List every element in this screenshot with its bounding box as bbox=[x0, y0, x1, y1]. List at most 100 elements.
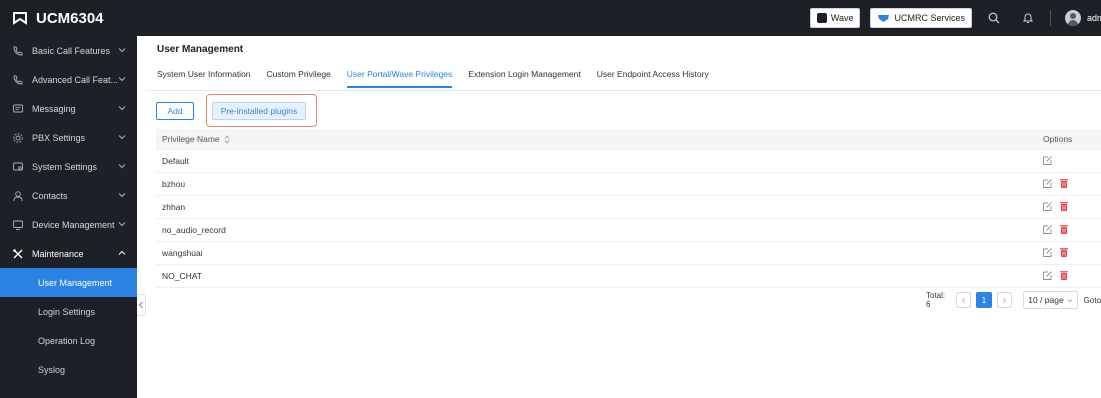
sidebar-item-label: Device Management bbox=[32, 219, 115, 230]
contacts-icon bbox=[12, 190, 24, 202]
chevron-down-icon bbox=[118, 193, 126, 198]
bell-icon bbox=[1022, 13, 1034, 23]
device-icon bbox=[12, 219, 24, 231]
chevron-left-icon bbox=[138, 301, 143, 309]
brand[interactable]: UCM6304 bbox=[0, 0, 137, 36]
ucmrc-label: UCMRC Services bbox=[894, 13, 965, 23]
row-options bbox=[1042, 247, 1069, 258]
delete-icon[interactable] bbox=[1059, 178, 1069, 189]
grandstream-logo-icon bbox=[13, 12, 27, 25]
pagination: Total: 6 1 10 / page Goto bbox=[926, 291, 1101, 309]
tools-icon bbox=[12, 248, 24, 260]
notification-button[interactable] bbox=[1016, 6, 1040, 30]
sidebar-item-messaging[interactable]: Messaging bbox=[0, 94, 137, 123]
page-button-1[interactable]: 1 bbox=[976, 292, 992, 308]
chevron-down-icon bbox=[118, 222, 126, 227]
add-button[interactable]: Add bbox=[156, 102, 194, 120]
sidebar-item-label: Advanced Call Feat... bbox=[32, 74, 119, 85]
user-name[interactable]: admin bbox=[1087, 13, 1101, 23]
total-count: Total: 6 bbox=[926, 291, 946, 309]
row-options bbox=[1042, 178, 1069, 189]
tab-divider bbox=[146, 90, 1101, 91]
sidebar-item-basic-call-features[interactable]: Basic Call Features bbox=[0, 36, 137, 65]
chevron-down-icon bbox=[1067, 298, 1072, 302]
ucmrc-icon bbox=[878, 15, 890, 22]
column-header-label: Privilege Name bbox=[162, 134, 220, 144]
tab-system-user-information[interactable]: System User Information bbox=[157, 64, 251, 88]
privilege-name-cell: wangshuai bbox=[162, 248, 203, 258]
page-size-select[interactable]: 10 / page bbox=[1023, 291, 1078, 309]
tab-user-endpoint-access-history[interactable]: User Endpoint Access History bbox=[597, 64, 709, 88]
row-options bbox=[1042, 155, 1053, 166]
sidebar-item-label: Messaging bbox=[32, 103, 76, 114]
sidebar-subitem-operation-log[interactable]: Operation Log bbox=[0, 326, 137, 355]
table-header: Privilege Name Options bbox=[156, 129, 1101, 150]
ucmrc-services-button[interactable]: UCMRC Services bbox=[870, 8, 972, 28]
tab-extension-login-management[interactable]: Extension Login Management bbox=[468, 64, 580, 88]
next-page-button[interactable] bbox=[996, 292, 1013, 308]
row-options bbox=[1042, 224, 1069, 235]
sidebar-item-device-management[interactable]: Device Management bbox=[0, 210, 137, 239]
edit-icon[interactable] bbox=[1042, 270, 1053, 281]
avatar[interactable] bbox=[1065, 10, 1081, 26]
brand-title: UCM6304 bbox=[36, 9, 104, 27]
sidebar-subitem-user-management[interactable]: User Management bbox=[0, 268, 137, 297]
search-icon bbox=[988, 12, 1000, 24]
wave-button[interactable]: Wave bbox=[809, 8, 861, 28]
edit-icon[interactable] bbox=[1042, 201, 1053, 212]
row-options bbox=[1042, 270, 1069, 281]
message-icon bbox=[12, 103, 24, 115]
edit-icon[interactable] bbox=[1042, 224, 1053, 235]
chevron-down-icon bbox=[118, 135, 126, 140]
sidebar-item-label: Contacts bbox=[32, 190, 68, 201]
search-button[interactable] bbox=[982, 6, 1006, 30]
privilege-name-cell: no_audio_record bbox=[162, 225, 226, 235]
row-options bbox=[1042, 201, 1069, 212]
pre-installed-plugins-button[interactable]: Pre-installed plugins bbox=[212, 102, 306, 120]
chevron-left-icon bbox=[961, 297, 966, 303]
sidebar-item-label: Basic Call Features bbox=[32, 45, 111, 56]
prev-page-button[interactable] bbox=[955, 292, 972, 308]
table-row: bzhou bbox=[156, 173, 1101, 196]
chevron-right-icon bbox=[1002, 297, 1007, 303]
phone-gear-icon bbox=[12, 45, 24, 57]
page-size-value: 10 / page bbox=[1028, 295, 1064, 305]
delete-icon[interactable] bbox=[1059, 270, 1069, 281]
sidebar-collapse-button[interactable] bbox=[137, 294, 146, 316]
sidebar-item-maintenance[interactable]: Maintenance bbox=[0, 239, 137, 268]
edit-icon[interactable] bbox=[1042, 247, 1053, 258]
tab-bar: System User Information Custom Privilege… bbox=[157, 64, 725, 90]
sort-icon[interactable] bbox=[224, 134, 230, 144]
sidebar-item-label: PBX Settings bbox=[32, 132, 86, 143]
column-header-privilege-name[interactable]: Privilege Name bbox=[156, 134, 230, 144]
sidebar: Basic Call Features Advanced Call Feat..… bbox=[0, 36, 137, 398]
edit-icon[interactable] bbox=[1042, 155, 1053, 166]
privilege-name-cell: bzhou bbox=[162, 179, 186, 189]
goto-label: Goto bbox=[1083, 295, 1101, 305]
sidebar-subitem-syslog[interactable]: Syslog bbox=[0, 355, 137, 384]
chevron-down-icon bbox=[118, 77, 126, 82]
delete-icon[interactable] bbox=[1059, 201, 1069, 212]
tab-custom-privilege[interactable]: Custom Privilege bbox=[267, 64, 331, 88]
delete-icon[interactable] bbox=[1059, 224, 1069, 235]
sidebar-item-advanced-call-features[interactable]: Advanced Call Feat... bbox=[0, 65, 137, 94]
top-bar: UCM6304 Wave UCMRC Services admin bbox=[0, 0, 1101, 36]
sidebar-item-contacts[interactable]: Contacts bbox=[0, 181, 137, 210]
edit-icon[interactable] bbox=[1042, 178, 1053, 189]
header-divider bbox=[1050, 10, 1051, 26]
page-title: User Management bbox=[157, 44, 244, 55]
phone-gear-icon bbox=[12, 74, 24, 86]
top-bar-actions: Wave UCMRC Services admin bbox=[809, 0, 1101, 36]
sidebar-item-system-settings[interactable]: System Settings bbox=[0, 152, 137, 181]
tab-user-portal-wave-privileges[interactable]: User Portal/Wave Privileges bbox=[346, 64, 453, 88]
sidebar-item-pbx-settings[interactable]: PBX Settings bbox=[0, 123, 137, 152]
sidebar-subitem-login-settings[interactable]: Login Settings bbox=[0, 297, 137, 326]
wave-label: Wave bbox=[830, 13, 854, 23]
system-settings-icon bbox=[12, 161, 24, 173]
sidebar-item-label: System Settings bbox=[32, 161, 98, 172]
delete-icon[interactable] bbox=[1059, 247, 1069, 258]
sidebar-item-label: Maintenance bbox=[32, 248, 84, 259]
main-content: User Management System User Information … bbox=[146, 36, 1101, 398]
table-row: no_audio_record bbox=[156, 219, 1101, 242]
table-row: Default bbox=[156, 150, 1101, 173]
